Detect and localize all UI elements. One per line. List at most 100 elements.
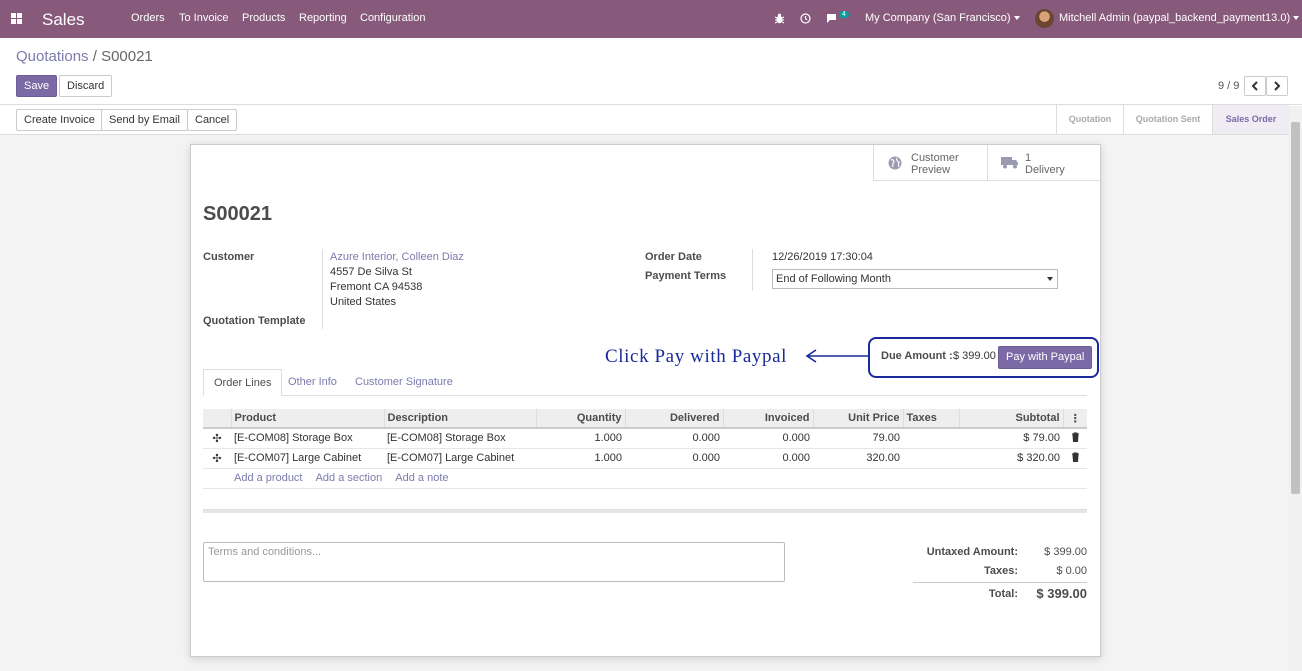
line-quantity[interactable]: 1.000 bbox=[536, 448, 625, 469]
drag-handle-icon[interactable]: ✣ bbox=[203, 448, 231, 469]
column-header-taxes[interactable]: Taxes bbox=[902, 409, 959, 429]
tab-other-info[interactable]: Other Info bbox=[278, 369, 347, 396]
terms-and-conditions-textarea[interactable]: Terms and conditions... bbox=[203, 542, 785, 582]
column-header-subtotal[interactable]: Subtotal bbox=[958, 409, 1063, 429]
table-row[interactable]: ✣ [E-COM08] Storage Box [E-COM08] Storag… bbox=[203, 428, 1087, 449]
user-avatar[interactable] bbox=[1035, 9, 1054, 28]
due-amount-label: Due Amount : bbox=[881, 350, 953, 362]
payment-terms-label: Payment Terms bbox=[645, 270, 727, 282]
delivery-label: 1 Delivery bbox=[1025, 152, 1065, 176]
add-line-row: Add a product Add a section Add a note bbox=[203, 468, 1087, 489]
column-header-description[interactable]: Description bbox=[383, 409, 536, 429]
stage-sales-order[interactable]: Sales Order bbox=[1213, 105, 1289, 134]
tab-order-lines[interactable]: Order Lines bbox=[203, 369, 283, 396]
customer-name-link[interactable]: Azure Interior, Colleen Diaz bbox=[330, 251, 464, 263]
line-subtotal: $ 320.00 bbox=[959, 448, 1063, 469]
line-taxes[interactable] bbox=[903, 428, 959, 449]
table-row[interactable]: ✣ [E-COM07] Large Cabinet [E-COM07] Larg… bbox=[203, 448, 1087, 469]
app-name[interactable]: Sales bbox=[42, 10, 85, 30]
customer-address-line2: Fremont CA 94538 bbox=[330, 281, 423, 293]
messages-icon[interactable] bbox=[826, 13, 840, 24]
customer-preview-button[interactable]: Customer Preview bbox=[873, 145, 987, 181]
column-header-product[interactable]: Product bbox=[230, 409, 384, 429]
menu-configuration[interactable]: Configuration bbox=[360, 12, 425, 24]
delete-line-trash-icon[interactable] bbox=[1063, 428, 1087, 449]
drag-handle-icon[interactable]: ✣ bbox=[203, 428, 231, 449]
customer-address-line1: 4557 De Silva St bbox=[330, 266, 412, 278]
line-description[interactable]: [E-COM08] Storage Box bbox=[384, 428, 536, 449]
column-header-invoiced[interactable]: Invoiced bbox=[722, 409, 813, 429]
menu-products[interactable]: Products bbox=[242, 12, 285, 24]
tab-customer-signature[interactable]: Customer Signature bbox=[345, 369, 463, 396]
due-amount-value: $ 399.00 bbox=[953, 350, 996, 362]
handle-column-header bbox=[203, 409, 231, 429]
company-name: My Company (San Francisco) bbox=[865, 12, 1011, 24]
company-switcher[interactable]: My Company (San Francisco) bbox=[865, 12, 1020, 24]
column-options-icon[interactable]: ⋮ bbox=[1062, 409, 1087, 429]
user-menu[interactable]: Mitchell Admin (paypal_backend_payment13… bbox=[1059, 12, 1300, 24]
menu-reporting[interactable]: Reporting bbox=[299, 12, 347, 24]
activity-clock-icon[interactable] bbox=[800, 13, 811, 24]
chevron-down-icon bbox=[1047, 277, 1053, 281]
line-invoiced[interactable]: 0.000 bbox=[723, 448, 813, 469]
line-unit-price[interactable]: 320.00 bbox=[813, 448, 903, 469]
line-product[interactable]: [E-COM08] Storage Box bbox=[231, 428, 384, 449]
quotation-template-label: Quotation Template bbox=[203, 315, 306, 327]
line-invoiced[interactable]: 0.000 bbox=[723, 428, 813, 449]
payment-terms-value: End of Following Month bbox=[776, 273, 891, 285]
stage-quotation[interactable]: Quotation bbox=[1057, 105, 1123, 134]
annotation-arrow-icon bbox=[805, 349, 869, 363]
breadcrumb: Quotations / S00021 bbox=[16, 48, 153, 65]
add-section-link[interactable]: Add a section bbox=[316, 472, 383, 484]
messages-count-badge: 4 bbox=[839, 11, 849, 18]
line-unit-price[interactable]: 79.00 bbox=[813, 428, 903, 449]
control-panel: Quotations / S00021 Save Discard 9 / 9 bbox=[0, 38, 1302, 105]
pager-value[interactable]: 9 / 9 bbox=[1218, 80, 1239, 92]
breadcrumb-current: S00021 bbox=[101, 48, 153, 65]
scrollbar-thumb[interactable] bbox=[1291, 122, 1300, 494]
terms-placeholder: Terms and conditions... bbox=[208, 546, 322, 558]
column-header-quantity[interactable]: Quantity bbox=[535, 409, 625, 429]
column-header-delivered[interactable]: Delivered bbox=[624, 409, 723, 429]
chevron-down-icon bbox=[1013, 16, 1020, 21]
field-separator bbox=[322, 249, 323, 329]
order-date-label: Order Date bbox=[645, 251, 702, 263]
line-description[interactable]: [E-COM07] Large Cabinet bbox=[384, 448, 536, 469]
order-title: S00021 bbox=[203, 203, 272, 225]
customer-address-line3: United States bbox=[330, 296, 397, 308]
add-product-link[interactable]: Add a product bbox=[234, 472, 303, 484]
pay-with-paypal-button[interactable]: Pay with Paypal bbox=[998, 346, 1093, 369]
stage-quotation-sent[interactable]: Quotation Sent bbox=[1124, 105, 1212, 134]
cancel-button[interactable]: Cancel bbox=[187, 109, 238, 131]
untaxed-amount-value: $ 399.00 bbox=[1044, 546, 1087, 558]
menu-to-invoice[interactable]: To Invoice bbox=[179, 12, 229, 24]
apps-menu-icon[interactable] bbox=[11, 13, 22, 24]
preview-line2: Preview bbox=[911, 164, 951, 176]
line-subtotal: $ 79.00 bbox=[959, 428, 1063, 449]
add-note-link[interactable]: Add a note bbox=[395, 472, 448, 484]
delivery-text: Delivery bbox=[1025, 164, 1065, 176]
top-navbar: Sales Orders To Invoice Products Reporti… bbox=[0, 0, 1302, 38]
line-quantity[interactable]: 1.000 bbox=[536, 428, 625, 449]
delivery-button[interactable]: 1 Delivery bbox=[987, 145, 1100, 181]
delete-line-trash-icon[interactable] bbox=[1063, 448, 1087, 469]
form-statusbar: Create Invoice Send by Email Cancel Quot… bbox=[0, 105, 1302, 135]
send-by-email-button[interactable]: Send by Email bbox=[101, 109, 188, 131]
pager-previous-button[interactable] bbox=[1244, 76, 1266, 96]
total-label: Total: bbox=[988, 588, 1018, 600]
save-button[interactable]: Save bbox=[16, 75, 58, 97]
pager-next-button[interactable] bbox=[1266, 76, 1288, 96]
discard-button[interactable]: Discard bbox=[59, 75, 113, 97]
menu-orders[interactable]: Orders bbox=[131, 12, 165, 24]
create-invoice-button[interactable]: Create Invoice bbox=[16, 109, 103, 131]
column-header-unit-price[interactable]: Unit Price bbox=[812, 409, 903, 429]
customer-label: Customer bbox=[203, 251, 255, 263]
breadcrumb-quotations-link[interactable]: Quotations bbox=[16, 48, 89, 65]
line-delivered[interactable]: 0.000 bbox=[625, 448, 723, 469]
line-delivered[interactable]: 0.000 bbox=[625, 428, 723, 449]
debug-bug-icon[interactable] bbox=[774, 13, 785, 24]
payment-terms-select[interactable]: End of Following Month bbox=[772, 269, 1058, 289]
line-product[interactable]: [E-COM07] Large Cabinet bbox=[231, 448, 384, 469]
line-taxes[interactable] bbox=[903, 448, 959, 469]
order-date-value: 12/26/2019 17:30:04 bbox=[772, 251, 873, 263]
